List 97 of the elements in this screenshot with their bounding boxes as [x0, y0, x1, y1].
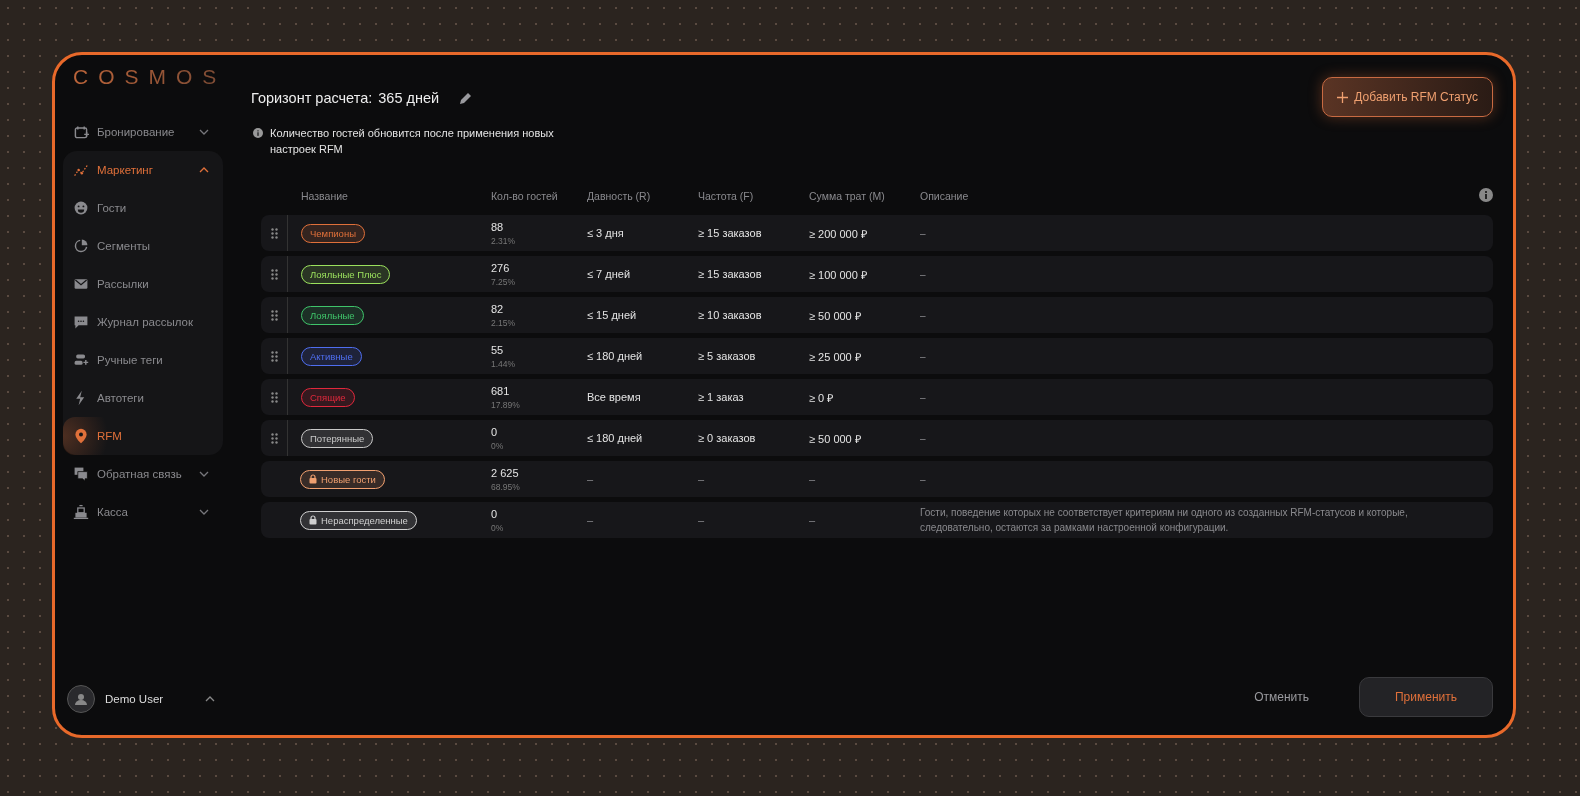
horizon-value: 365 дней: [378, 90, 440, 106]
description-cell-text: –: [920, 349, 927, 364]
column-header: Описание: [920, 190, 969, 202]
table-cell-text: ≥ 50 000 ₽: [809, 308, 862, 323]
lock-icon: [309, 515, 317, 525]
chevron-up-icon: [205, 696, 215, 702]
plus-icon: [1337, 91, 1349, 103]
info-icon: [253, 128, 263, 138]
drag-handle-icon[interactable]: [270, 432, 278, 444]
guest-count: 681: [491, 384, 511, 397]
sidebar-item[interactable]: Маркетинг: [63, 151, 223, 189]
sidebar-item[interactable]: Ручные теги: [63, 341, 223, 379]
column-header: Сумма трат (M): [809, 190, 885, 202]
guest-count: 2 625: [491, 466, 520, 479]
description-cell-text: Гости, поведение которых не соответствует критериям ни одного из созданных RFM-статусов и которые, следовательно, остаются за рамками настроенной конфигурации.: [920, 506, 1409, 535]
info-icon[interactable]: [1479, 188, 1493, 202]
status-tag: Лояльные Плюс: [301, 264, 391, 284]
description-cell-text: –: [920, 431, 927, 446]
lock-icon: [309, 474, 317, 484]
horizon-label: Горизонт расчета:: [251, 90, 373, 106]
cancel-button[interactable]: Отменить: [1254, 684, 1309, 710]
chevron-down-icon: [199, 471, 209, 477]
column-header: Давность (R): [587, 190, 651, 202]
user-name[interactable]: Demo User: [105, 693, 195, 705]
drag-handle-icon[interactable]: [270, 268, 278, 280]
drag-handle-icon[interactable]: [270, 309, 278, 321]
status-tag: Новые гости: [300, 469, 385, 489]
status-tag: Спящие: [301, 387, 355, 407]
table-cell-text: ≤ 15 дней: [587, 309, 638, 321]
sidebar-item[interactable]: Гости: [63, 189, 223, 227]
table-cell-text: Все время: [587, 391, 642, 403]
guest-count: 82: [491, 302, 505, 315]
chevron-down-icon: [199, 129, 209, 135]
sidebar-item[interactable]: Обратная связь: [63, 455, 223, 493]
info-note: Количество гостей обновится после применения новых настроек RFM: [270, 126, 555, 157]
column-header: Название: [300, 190, 348, 202]
guest-share: 0%: [491, 522, 505, 533]
chevron-down-icon: [199, 509, 209, 515]
pencil-icon[interactable]: [459, 91, 474, 105]
apply-button[interactable]: Применить: [1359, 677, 1493, 717]
guest-count: 88: [491, 220, 505, 233]
add-status-button[interactable]: Добавить RFM Статус: [1322, 77, 1493, 117]
column-header: Частота (F): [698, 190, 754, 202]
status-tag: Нераспределенные: [300, 510, 417, 530]
table-cell-text: –: [587, 514, 595, 526]
description-cell-text: –: [920, 226, 927, 241]
guest-count: 276: [491, 261, 511, 274]
guest-share: 17.89%: [491, 399, 521, 410]
column-header: Кол-во гостей: [491, 190, 558, 202]
status-tag: Потерянные: [301, 428, 374, 448]
table-cell-text: –: [698, 514, 706, 526]
guest-count: 0: [491, 507, 499, 520]
sidebar-item[interactable]: Сегменты: [63, 227, 223, 265]
table-cell-text: ≤ 3 дня: [587, 227, 625, 239]
guest-share: 68.95%: [491, 481, 521, 492]
guest-count: 0: [491, 425, 499, 438]
status-tag: Чемпионы: [301, 223, 365, 243]
sidebar-item[interactable]: Журнал рассылок: [63, 303, 223, 341]
table-cell-text: ≥ 25 000 ₽: [809, 349, 862, 364]
status-tag: Лояльные: [301, 305, 364, 325]
table-cell-text: ≤ 180 дней: [587, 432, 644, 444]
table-cell-text: –: [809, 473, 817, 485]
description-cell-text: –: [920, 308, 927, 323]
sidebar-item[interactable]: Бронирование: [63, 113, 223, 151]
drag-handle-icon[interactable]: [270, 350, 278, 362]
chevron-up-icon: [199, 167, 209, 173]
table-cell-text: ≤ 180 дней: [587, 350, 644, 362]
description-cell-text: –: [920, 390, 927, 405]
description-cell-text: –: [920, 472, 927, 487]
table-cell-text: ≥ 0 заказов: [698, 432, 757, 444]
sidebar-item[interactable]: Автотеги: [63, 379, 223, 417]
guest-share: 0%: [491, 440, 505, 451]
drag-handle-icon[interactable]: [270, 391, 278, 403]
status-tag: Активные: [301, 346, 362, 366]
guest-share: 1.44%: [491, 358, 517, 369]
avatar-icon: [67, 685, 95, 713]
sidebar-item[interactable]: Касса: [63, 493, 223, 531]
sidebar-item[interactable]: Рассылки: [63, 265, 223, 303]
table-cell-text: ≥ 15 заказов: [698, 268, 763, 280]
table-cell-text: –: [809, 514, 817, 526]
table-cell-text: ≥ 5 заказов: [698, 350, 757, 362]
table-cell-text: ≥ 200 000 ₽: [809, 226, 868, 241]
table-cell-text: ≥ 0 ₽: [809, 390, 835, 405]
guest-share: 2.31%: [491, 235, 517, 246]
table-cell-text: ≥ 10 заказов: [698, 309, 763, 321]
drag-handle-icon[interactable]: [270, 227, 278, 239]
guest-share: 7.25%: [491, 276, 517, 287]
guest-count: 55: [491, 343, 505, 356]
table-cell-text: ≥ 15 заказов: [698, 227, 763, 239]
table-cell-text: –: [587, 473, 595, 485]
guest-share: 2.15%: [491, 317, 517, 328]
table-cell-text: ≥ 100 000 ₽: [809, 267, 868, 282]
description-cell-text: –: [920, 267, 927, 282]
table-cell-text: ≥ 50 000 ₽: [809, 431, 862, 446]
table-cell-text: –: [698, 473, 706, 485]
table-cell-text: ≤ 7 дней: [587, 268, 632, 280]
table-cell-text: ≥ 1 заказ: [698, 391, 745, 403]
